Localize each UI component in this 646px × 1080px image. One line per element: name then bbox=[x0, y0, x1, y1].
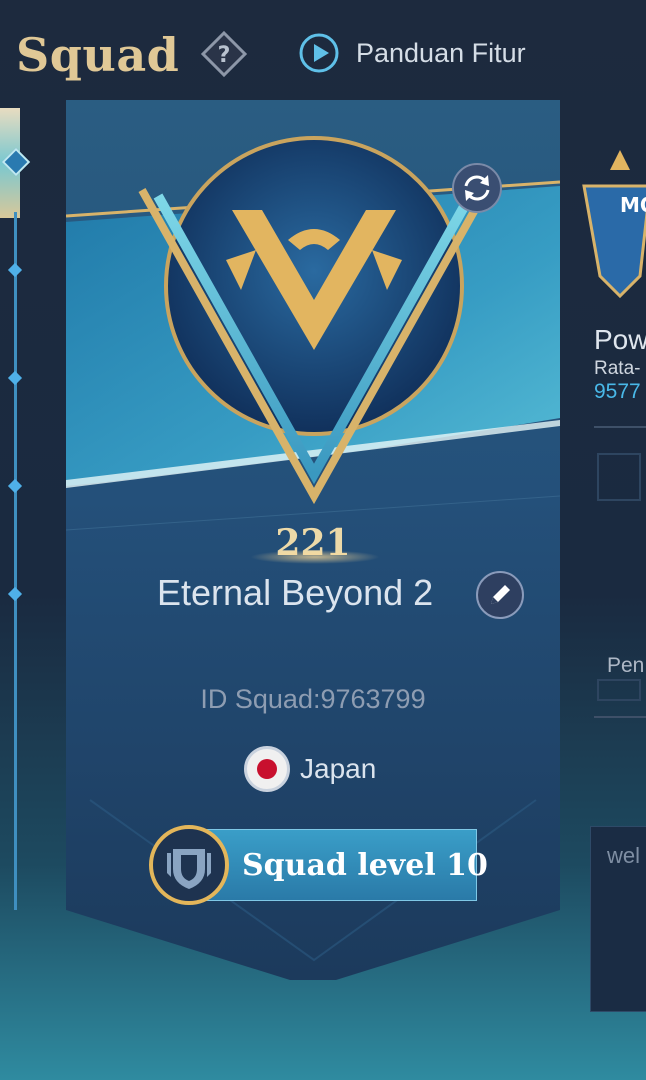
timeline-line bbox=[14, 212, 17, 910]
svg-text:?: ? bbox=[218, 43, 231, 68]
power-subtitle: Rata- bbox=[594, 358, 641, 379]
refresh-icon[interactable] bbox=[451, 162, 503, 214]
svg-text:MO: MO bbox=[620, 193, 646, 217]
timeline-dot bbox=[7, 262, 23, 278]
feature-guide-label: Panduan Fitur bbox=[356, 37, 526, 68]
timeline-dot bbox=[7, 370, 23, 386]
question-diamond-icon[interactable]: ? bbox=[200, 30, 248, 78]
power-title: Pow bbox=[594, 324, 646, 355]
page-title: Squad bbox=[16, 28, 180, 82]
play-circle-icon bbox=[299, 33, 339, 73]
country-label: Japan bbox=[300, 753, 377, 784]
squad-name: Eternal Beyond 2 bbox=[157, 572, 434, 613]
level-glow bbox=[250, 550, 380, 564]
timeline-dot bbox=[7, 478, 23, 494]
squad-id: ID Squad:9763799 bbox=[200, 684, 426, 714]
timeline-dot bbox=[7, 586, 23, 602]
feature-guide-button[interactable]: Panduan Fitur bbox=[298, 32, 526, 74]
power-value: 9577 bbox=[594, 380, 641, 403]
divider bbox=[594, 426, 646, 428]
pencil-icon[interactable] bbox=[475, 570, 525, 620]
pen-label: Pen bbox=[607, 654, 645, 677]
squad-level-label: Squad level 10 bbox=[242, 848, 488, 883]
welcome-text: wel bbox=[607, 843, 641, 868]
shield-icon bbox=[149, 825, 229, 905]
squad-country: Japan bbox=[244, 746, 376, 792]
divider bbox=[594, 716, 646, 718]
japan-flag-icon bbox=[244, 746, 290, 792]
